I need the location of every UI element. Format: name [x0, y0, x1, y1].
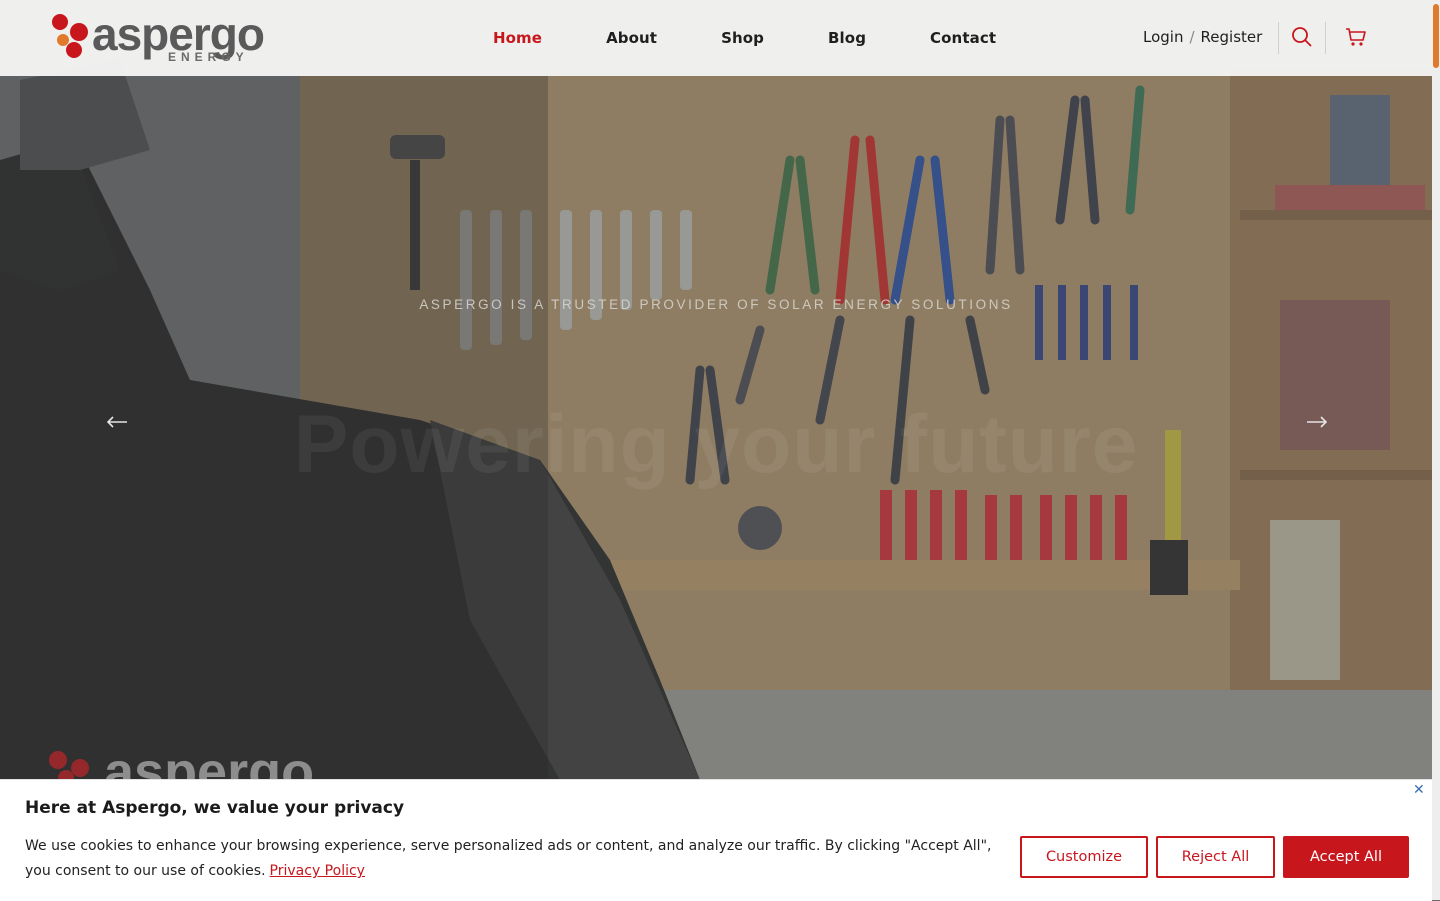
- site-header: aspergo ENERGY Home About Shop Blog Cont…: [0, 0, 1432, 76]
- cookie-banner: ✕ Here at Aspergo, we value your privacy…: [0, 779, 1432, 901]
- nav-shop[interactable]: Shop: [721, 29, 764, 47]
- cookie-text-block: We use cookies to enhance your browsing …: [25, 834, 1010, 884]
- arrow-right-icon: [1307, 416, 1328, 428]
- nav-about[interactable]: About: [606, 29, 657, 47]
- cookie-title: Here at Aspergo, we value your privacy: [25, 798, 405, 818]
- privacy-policy-link[interactable]: Privacy Policy: [270, 863, 365, 879]
- accept-all-button[interactable]: Accept All: [1283, 836, 1409, 878]
- close-icon: ✕: [1413, 781, 1425, 797]
- cart-icon: [1346, 28, 1366, 46]
- header-divider: [1278, 22, 1279, 54]
- nav-blog[interactable]: Blog: [828, 29, 866, 47]
- nav-contact[interactable]: Contact: [930, 29, 996, 47]
- login-link[interactable]: Login: [1143, 28, 1183, 46]
- reject-all-button[interactable]: Reject All: [1156, 836, 1275, 878]
- slider-next-button[interactable]: [1297, 402, 1337, 442]
- arrow-left-icon: [106, 416, 127, 428]
- site-logo[interactable]: aspergo ENERGY: [50, 8, 310, 64]
- logo-subtext: ENERGY: [168, 50, 249, 64]
- page-scrollbar[interactable]: [1432, 0, 1440, 900]
- nav-home[interactable]: Home: [493, 29, 542, 47]
- register-link[interactable]: Register: [1201, 28, 1263, 46]
- search-icon: [1292, 27, 1312, 47]
- header-divider: [1325, 22, 1326, 54]
- customize-button[interactable]: Customize: [1020, 836, 1148, 878]
- cookie-description: We use cookies to enhance your browsing …: [25, 838, 992, 879]
- cart-button[interactable]: [1344, 25, 1368, 49]
- main-nav: Home About Shop Blog Contact: [493, 0, 1060, 76]
- scrollbar-thumb[interactable]: [1433, 4, 1439, 68]
- logo-mark: aspergo ENERGY: [52, 8, 265, 64]
- hero-slider: aspergo ASPERGO IS A TRUSTED PROVIDER OF…: [0, 0, 1440, 900]
- hero-tagline: ASPERGO IS A TRUSTED PROVIDER OF SOLAR E…: [419, 297, 1013, 312]
- account-links: Login / Register: [1143, 28, 1262, 46]
- cookie-close-button[interactable]: ✕: [1413, 781, 1425, 798]
- search-button[interactable]: [1290, 25, 1314, 49]
- hero-heading: Powering your future: [293, 399, 1139, 490]
- slider-prev-button[interactable]: [97, 402, 137, 442]
- account-separator: /: [1189, 28, 1195, 46]
